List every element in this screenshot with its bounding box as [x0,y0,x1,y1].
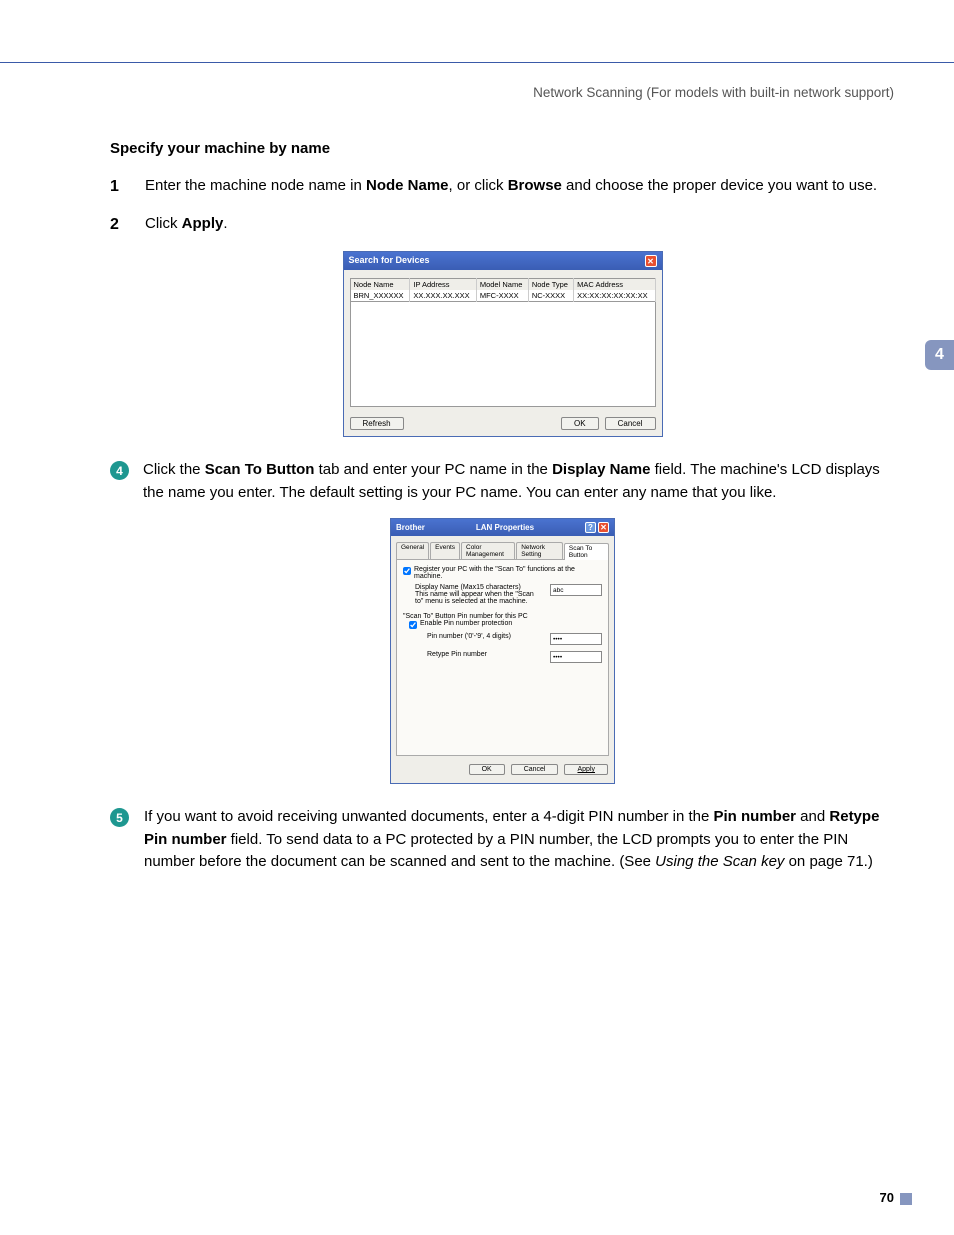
search-devices-dialog: Search for Devices ✕ Node Name IP Addres… [343,251,663,437]
content-area: Specify your machine by name 1 Enter the… [110,140,895,888]
cell-type: NC-XXXX [528,290,573,302]
text: and choose the proper device you want to… [562,177,877,194]
tab-general[interactable]: General [396,542,429,559]
step-2: 2 Click Apply. [110,213,895,237]
bold-scan-to-button: Scan To Button [205,461,315,478]
bold-apply: Apply [182,215,224,232]
close-icon[interactable]: ✕ [598,522,609,533]
step-4: 4 Click the Scan To Button tab and enter… [110,459,895,504]
text: tab and enter your PC name in the [314,461,552,478]
text: If you want to avoid receiving unwanted … [144,808,714,825]
bold-browse: Browse [508,177,562,194]
register-label: Register your PC with the "Scan To" func… [414,566,602,580]
side-chapter-tab: 4 [925,340,954,370]
dialog-button-row: Refresh OK Cancel [350,417,656,430]
panel-spacer [403,669,602,749]
apply-button[interactable]: Apply [564,764,608,775]
enable-pin-label: Enable Pin number protection [420,620,512,627]
pin-number-row: Pin number ('0'-'9', 4 digits) [427,633,602,645]
text: Click [145,215,182,232]
enable-pin-row: Enable Pin number protection [409,620,602,629]
dialog-titlebar: Brother LAN Properties ? ✕ [391,519,614,536]
bold-node-name: Node Name [366,177,449,194]
display-name-label: Display Name (Max15 characters) This nam… [415,584,535,605]
text: and [796,808,829,825]
refresh-button[interactable]: Refresh [350,417,404,430]
section-title: Specify your machine by name [110,140,895,157]
step-text: If you want to avoid receiving unwanted … [144,806,895,874]
dialog-title: Search for Devices [349,255,430,267]
cell-ip: XX.XXX.XX.XXX [410,290,476,302]
close-icon[interactable]: ✕ [645,255,657,267]
step-5: 5 If you want to avoid receiving unwante… [110,806,895,874]
brand-label: Brother [396,523,425,532]
page-number: 70 [880,1190,894,1205]
text: Enter the machine node name in [145,177,366,194]
step-number: 1 [110,175,145,199]
text: . [223,215,227,232]
pin-number-label: Pin number ('0'-'9', 4 digits) [427,633,511,640]
cell-mac: XX:XX:XX:XX:XX:XX [574,290,655,302]
step-text: Click the Scan To Button tab and enter y… [143,459,895,504]
col-model-name[interactable]: Model Name [476,279,528,291]
list-empty-area[interactable] [350,302,656,407]
text: , or click [449,177,508,194]
tab-scan-to-button[interactable]: Scan To Button [564,543,609,560]
page-header: Network Scanning (For models with built-… [533,85,894,100]
text: Click the [143,461,205,478]
step-text: Click Apply. [145,213,895,237]
tab-events[interactable]: Events [430,542,460,559]
bold-pin-number: Pin number [714,808,797,825]
tab-network-setting[interactable]: Network Setting [516,542,563,559]
display-name-input[interactable] [550,584,602,596]
lan-properties-dialog: Brother LAN Properties ? ✕ General Event… [390,518,615,784]
retype-pin-row: Retype Pin number [427,651,602,663]
dialog-titlebar: Search for Devices ✕ [344,252,662,270]
step-number: 2 [110,213,145,237]
ok-button[interactable]: OK [561,417,599,430]
devices-table: Node Name IP Address Model Name Node Typ… [350,278,656,302]
tab-panel: Register your PC with the "Scan To" func… [396,559,609,756]
bold-display-name: Display Name [552,461,650,478]
step-circle-5: 5 [110,808,129,827]
col-node-name[interactable]: Node Name [350,279,410,291]
cancel-button[interactable]: Cancel [605,417,656,430]
register-checkbox-row: Register your PC with the "Scan To" func… [403,566,602,580]
dialog-button-row: OK Cancel Apply [391,756,614,783]
step-circle-4: 4 [110,461,129,480]
tab-color-management[interactable]: Color Management [461,542,515,559]
dialog-body: Node Name IP Address Model Name Node Typ… [344,270,662,436]
table-row[interactable]: BRN_XXXXXX XX.XXX.XX.XXX MFC-XXXX NC-XXX… [350,290,655,302]
page-corner-tab [900,1193,912,1205]
pin-number-input[interactable] [550,633,602,645]
enable-pin-checkbox[interactable] [409,621,417,629]
display-name-row: Display Name (Max15 characters) This nam… [415,584,602,605]
ok-button[interactable]: OK [469,764,505,775]
col-mac-address[interactable]: MAC Address [574,279,655,291]
cell-model: MFC-XXXX [476,290,528,302]
cancel-button[interactable]: Cancel [511,764,559,775]
step-1: 1 Enter the machine node name in Node Na… [110,175,895,199]
italic-using-scan-key: Using the Scan key [655,853,784,870]
register-checkbox[interactable] [403,567,411,575]
retype-pin-label: Retype Pin number [427,651,487,658]
text: on page 71.) [784,853,872,870]
retype-pin-input[interactable] [550,651,602,663]
table-header-row: Node Name IP Address Model Name Node Typ… [350,279,655,291]
tab-row: General Events Color Management Network … [391,536,614,559]
col-node-type[interactable]: Node Type [528,279,573,291]
dialog-title: LAN Properties [425,523,585,532]
col-ip-address[interactable]: IP Address [410,279,476,291]
pin-section-label: "Scan To" Button Pin number for this PC [403,613,602,620]
step-text: Enter the machine node name in Node Name… [145,175,895,199]
top-rule [0,62,954,63]
cell-node-name: BRN_XXXXXX [350,290,410,302]
apply-label: Apply [577,766,595,773]
help-icon[interactable]: ? [585,522,596,533]
